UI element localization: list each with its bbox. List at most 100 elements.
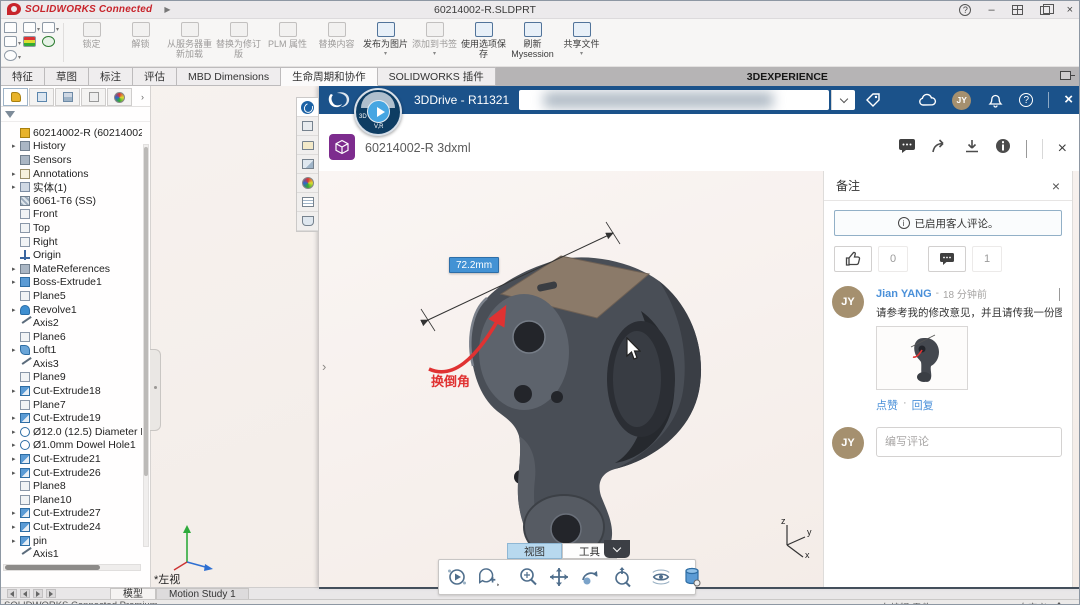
ribbon-tab[interactable]: 标注: [89, 67, 133, 86]
feature-tree-item[interactable]: Origin: [1, 248, 142, 262]
status-customize[interactable]: 自定义: [1018, 600, 1047, 604]
dimension-label[interactable]: 72.2mm: [449, 257, 499, 273]
tab-featuremanager[interactable]: [3, 88, 28, 106]
ambience-play-icon[interactable]: [446, 566, 468, 588]
prev-tab-icon[interactable]: [20, 589, 30, 598]
ribbon-tab[interactable]: 特征: [1, 67, 45, 86]
download-icon[interactable]: [964, 138, 980, 159]
ribbon-tab[interactable]: 草图: [45, 67, 89, 86]
feature-tree-item[interactable]: ▸ Revolve1: [1, 303, 142, 317]
feature-tree-item[interactable]: ▸ Cut-Extrude21: [1, 452, 142, 466]
tree-horizontal-scrollbar[interactable]: [3, 564, 141, 571]
panel-expand-icon[interactable]: ›: [322, 359, 326, 374]
feature-tree-item[interactable]: ▸ Cut-Extrude27: [1, 507, 142, 521]
tree-splitter-handle[interactable]: [150, 349, 161, 431]
feature-tree-item[interactable]: Sensors: [1, 153, 142, 167]
feature-tree-item[interactable]: ▸ Cut-Extrude19: [1, 411, 142, 425]
tab-design-library[interactable]: [297, 117, 318, 136]
tab-view-palette[interactable]: [297, 155, 318, 174]
toolbar-button[interactable]: 发布为图片 ▾: [361, 20, 410, 57]
feature-tree-item[interactable]: ▸ Cut-Extrude26: [1, 466, 142, 480]
feature-tree-item[interactable]: Top: [1, 221, 142, 235]
close-comments-icon[interactable]: ×: [1052, 178, 1060, 194]
search-input[interactable]: [519, 90, 829, 110]
toolbar-button[interactable]: 添加到书签 ▾: [410, 20, 459, 57]
ribbon-tab[interactable]: SOLIDWORKS 插件: [377, 67, 496, 86]
3dexperience-compass[interactable]: 3D V,R: [354, 88, 402, 136]
collapse-comment-icon[interactable]: [1059, 287, 1060, 301]
ribbon-tab[interactable]: 生命周期和协作: [281, 67, 378, 86]
write-comment-input[interactable]: [876, 427, 1062, 457]
tab-forum[interactable]: [297, 212, 318, 231]
tab-propertymanager[interactable]: [29, 88, 54, 106]
close-window-icon[interactable]: ×: [1067, 2, 1073, 18]
feature-tree-item[interactable]: Plane5: [1, 289, 142, 303]
feature-tree-item[interactable]: ▸ pin: [1, 534, 142, 548]
cloud-icon[interactable]: [919, 91, 937, 109]
feature-tree-item[interactable]: ▸ Boss-Extrude1: [1, 276, 142, 290]
reply-link[interactable]: 回复: [912, 397, 934, 413]
view-modes-eye-icon[interactable]: [650, 566, 672, 588]
last-tab-icon[interactable]: [46, 589, 56, 598]
search-dropdown-icon[interactable]: [831, 90, 855, 110]
dx-help-icon[interactable]: ?: [1019, 93, 1034, 107]
lifecycle-status-icon[interactable]: [23, 36, 36, 47]
ribbon-tab[interactable]: MBD Dimensions: [177, 67, 282, 86]
toolbar-button[interactable]: 解锁: [116, 20, 165, 55]
feature-tree-item[interactable]: ▸ History: [1, 140, 142, 154]
first-tab-icon[interactable]: [7, 589, 17, 598]
feature-tree-item[interactable]: Right: [1, 235, 142, 249]
feature-tree-item[interactable]: Axis3: [1, 357, 142, 371]
close-viewer-icon[interactable]: ×: [1058, 140, 1067, 158]
tab-appearances[interactable]: [297, 174, 318, 193]
next-tab-icon[interactable]: [33, 589, 43, 598]
feature-tree-item[interactable]: Plane8: [1, 479, 142, 493]
rotate-icon[interactable]: [579, 566, 601, 588]
feature-tree-item[interactable]: ▸ Annotations: [1, 167, 142, 181]
toolbar-button[interactable]: 刷新 Mysession: [508, 20, 557, 65]
commenter-avatar[interactable]: JY: [832, 286, 864, 318]
close-panel-icon[interactable]: ×: [1064, 91, 1073, 109]
feature-tree-item[interactable]: Plane7: [1, 398, 142, 412]
ribbon-tab[interactable]: 评估: [133, 67, 177, 86]
like-link[interactable]: 点赞: [876, 397, 898, 413]
help-icon[interactable]: ?: [959, 4, 972, 16]
tabs-overflow-icon[interactable]: ›: [141, 92, 148, 102]
feature-tree-item[interactable]: ▸ 实体(1): [1, 180, 142, 194]
tag-icon[interactable]: [864, 91, 882, 109]
user-avatar[interactable]: JY: [952, 90, 972, 110]
info-icon[interactable]: [995, 138, 1011, 159]
select-tool-icon[interactable]: ▾: [23, 22, 40, 33]
feature-tree-item[interactable]: ▸ Cut-Extrude24: [1, 520, 142, 534]
feature-tree-item[interactable]: Plane6: [1, 330, 142, 344]
pin-panel-icon[interactable]: [1060, 71, 1075, 80]
undo-icon[interactable]: ▾: [42, 22, 59, 33]
viewport-tab[interactable]: 视图: [507, 543, 562, 559]
like-button[interactable]: [834, 246, 872, 272]
tab-configurationmanager[interactable]: [55, 88, 80, 106]
options-gear-icon[interactable]: ▾: [4, 50, 21, 61]
home-icon[interactable]: [4, 22, 17, 33]
feature-tree-item[interactable]: 6061-T6 (SS): [1, 194, 142, 208]
feature-tree-item[interactable]: ▸ Ø1.0mm Dowel Hole1: [1, 439, 142, 453]
commenter-name[interactable]: Jian YANG: [876, 288, 932, 300]
pan-icon[interactable]: [548, 566, 570, 588]
model-tab[interactable]: 模型: [110, 588, 156, 600]
tab-custom-properties[interactable]: [297, 193, 318, 212]
filter-funnel-icon[interactable]: [5, 110, 15, 118]
tab-displaymanager[interactable]: [107, 88, 132, 106]
collapse-toolbar-icon[interactable]: [604, 540, 630, 558]
model-tab[interactable]: Motion Study 1: [156, 588, 249, 600]
feature-tree-item[interactable]: ▸ MateReferences: [1, 262, 142, 276]
comments-icon[interactable]: [898, 138, 916, 159]
share-icon[interactable]: [931, 138, 949, 159]
comment-attachment-thumbnail[interactable]: [876, 326, 968, 390]
toolbar-button[interactable]: 共享文件 ▾: [557, 20, 606, 57]
feature-tree-item[interactable]: Axis2: [1, 316, 142, 330]
toolbar-button[interactable]: 锁定: [67, 20, 116, 55]
feature-tree-item[interactable]: 60214002-R (60214002) <Displ: [1, 126, 142, 140]
toolbar-button[interactable]: 从服务器重新加载: [165, 20, 214, 65]
new-document-icon[interactable]: ▾: [4, 36, 21, 47]
restore-icon[interactable]: [1039, 3, 1054, 15]
feature-tree-item[interactable]: Front: [1, 208, 142, 222]
